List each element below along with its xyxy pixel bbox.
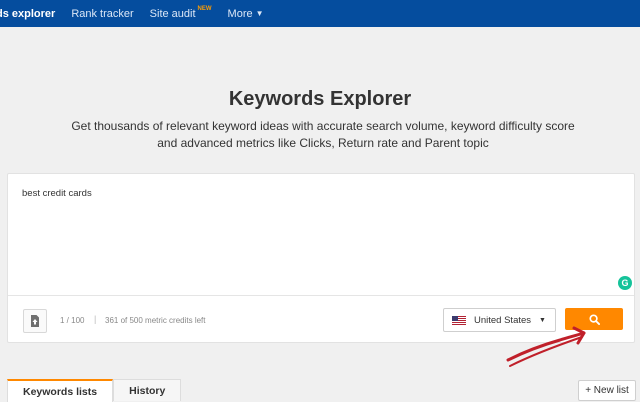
- keyword-search-card: best credit cards G 1 / 100 | 361 of 500…: [7, 173, 635, 343]
- upload-file-icon: [31, 315, 39, 327]
- nav-site-audit[interactable]: Site audit NEW: [142, 0, 220, 27]
- credits-left: 361 of 500 metric credits left: [105, 316, 206, 325]
- card-divider: [8, 295, 634, 296]
- separator: |: [94, 314, 97, 324]
- country-select[interactable]: United States ▼: [443, 308, 556, 332]
- nav-rank-tracker[interactable]: Rank tracker: [63, 0, 141, 27]
- new-list-button[interactable]: + New list: [578, 380, 636, 401]
- us-flag-icon: [452, 315, 466, 325]
- nav-label: Rank tracker: [71, 7, 134, 20]
- new-badge: NEW: [197, 5, 212, 12]
- page-subtitle: Get thousands of relevant keyword ideas …: [0, 118, 640, 152]
- caret-down-icon: ▼: [255, 9, 264, 18]
- nav-label: Site audit: [149, 7, 196, 20]
- page-title: Keywords Explorer: [228, 88, 412, 110]
- upload-file-button[interactable]: [23, 309, 47, 333]
- search-icon: [588, 313, 600, 325]
- subtitle-line-2: and advanced metrics like Clicks, Return…: [157, 136, 489, 150]
- keywords-textarea[interactable]: best credit cards: [22, 188, 92, 199]
- tab-history[interactable]: History: [113, 379, 182, 401]
- nav-more-dropdown[interactable]: More ▼: [220, 0, 272, 27]
- caret-down-icon: ▼: [539, 316, 546, 324]
- search-button[interactable]: [565, 308, 623, 330]
- subtitle-line-1: Get thousands of relevant keyword ideas …: [71, 119, 575, 133]
- nav-label: ds explorer: [0, 7, 56, 20]
- lists-tabs: Keywords lists History: [7, 379, 182, 402]
- nav-label: More: [227, 7, 253, 20]
- grammarly-icon[interactable]: G: [618, 276, 632, 290]
- top-nav: ds explorer Rank tracker Site audit NEW …: [0, 0, 640, 27]
- nav-keywords-explorer[interactable]: ds explorer: [0, 0, 63, 27]
- keyword-count: 1 / 100: [60, 316, 85, 325]
- tab-keywords-lists[interactable]: Keywords lists: [7, 379, 114, 402]
- country-label: United States: [474, 314, 532, 326]
